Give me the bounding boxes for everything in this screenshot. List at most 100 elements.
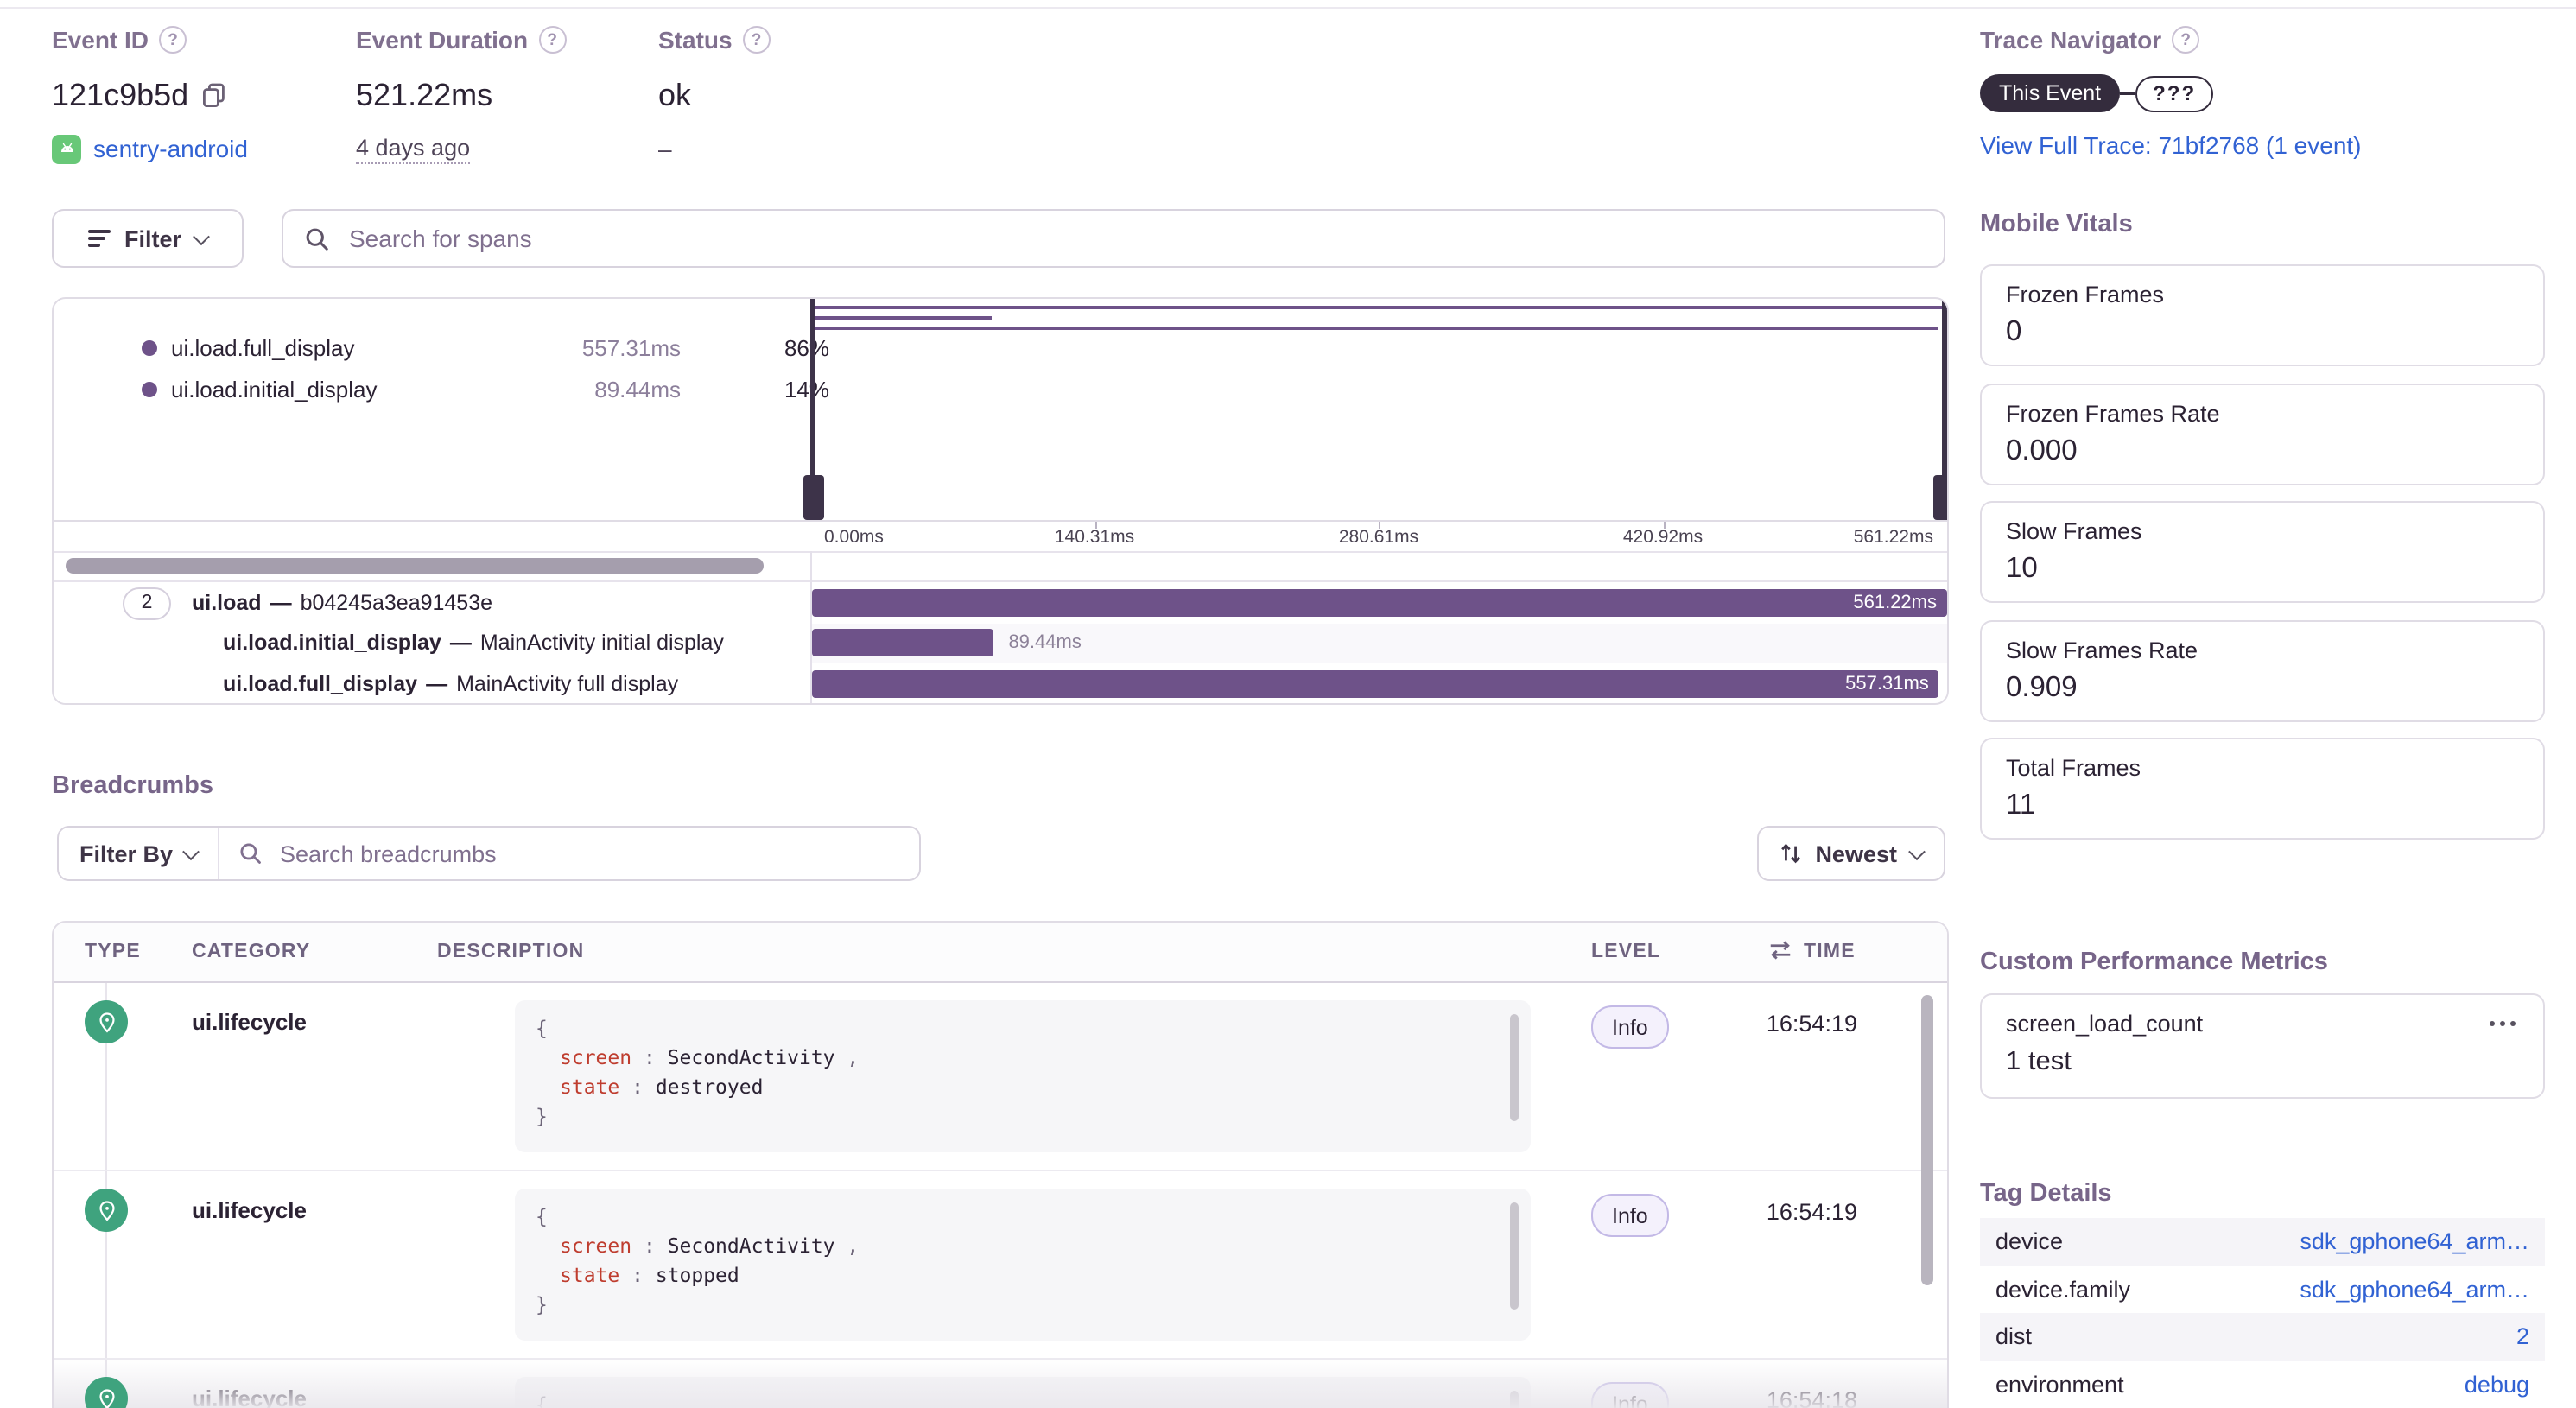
vital-value: 0.000 [2006,434,2519,467]
span-minimap[interactable] [810,299,1947,520]
axis-tick [1379,522,1380,529]
minimap-left-handle[interactable] [803,475,824,520]
span-chart: ui.load.full_display 557.31ms 86% ui.loa… [52,297,1949,705]
help-icon[interactable] [743,26,771,54]
breadcrumb-time: 16:54:18 [1767,1387,1857,1408]
tag-value-link[interactable]: 2 [2516,1324,2529,1350]
breadcrumbs-table-header: TYPE CATEGORY DESCRIPTION LEVEL TIME [54,923,1947,983]
metric-value: 1 test [2006,1047,2519,1078]
tag-details-title: Tag Details [1980,1180,2112,1208]
span-list-scrollbar-track [54,551,1947,582]
breadcrumbs-table: TYPE CATEGORY DESCRIPTION LEVEL TIME ui [52,921,1949,1408]
breadcrumb-category: ui.lifecycle [192,1386,307,1408]
status-sub: – [658,135,672,162]
axis-tick-label: 280.61ms [1339,527,1418,548]
spans-search[interactable] [282,209,1945,268]
span-list-scrollbar[interactable] [66,558,764,574]
breadcrumbs-search-input[interactable] [276,839,900,868]
help-icon[interactable] [159,26,187,54]
span-duration-label: 557.31ms [1845,673,1939,694]
breadcrumbs-search[interactable] [219,828,919,879]
span-bar[interactable]: 561.22ms [812,588,1947,616]
span-separator: — [450,631,472,656]
level-badge: Info [1591,1194,1669,1237]
breadcrumbs-sort-button[interactable]: Newest [1756,826,1945,881]
span-row[interactable]: ui.load.full_display — MainActivity full… [54,663,1947,704]
breadcrumb-description-code[interactable]: {screen : SecondActivity ,state : stoppe… [515,1189,1531,1341]
breadcrumb-description-code[interactable]: {screen : SecondActivity ,state : destro… [515,1000,1531,1152]
map-pin-icon [85,1000,128,1043]
code-scrollbar[interactable] [1510,1391,1519,1408]
help-icon[interactable] [538,26,566,54]
breadcrumb-time: 16:54:19 [1767,1199,1857,1225]
column-category: CATEGORY [192,942,310,962]
spans-filter-button[interactable]: Filter [52,209,244,268]
span-children-badge[interactable]: 2 [123,587,171,619]
breadcrumb-row[interactable]: ui.lifecycle {screen : SecondActivity ,s… [54,983,1947,1171]
breadcrumbs-controls: Filter By Newest [52,826,1945,881]
sentry-event-page: Event ID 121c9b5d sentry-android [0,0,2576,1406]
code-scrollbar[interactable] [1510,1202,1519,1310]
breadcrumb-row[interactable]: ui.lifecycle { Info 16:54:18 [54,1360,1947,1408]
tag-value-link[interactable]: debug [2465,1372,2529,1398]
span-bar[interactable] [812,629,993,656]
span-bar[interactable]: 557.31ms [812,669,1939,697]
breadcrumb-row[interactable]: ui.lifecycle {screen : SecondActivity ,s… [54,1171,1947,1360]
event-duration-label: Event Duration [356,26,528,54]
span-row[interactable]: ui.load.initial_display — MainActivity i… [54,623,1947,663]
vital-card: Total Frames 11 [1980,738,2545,840]
column-description: DESCRIPTION [437,942,584,962]
event-age: 4 days ago [356,134,470,163]
chevron-down-icon [1908,842,1926,859]
event-id-block: Event ID 121c9b5d sentry-android [52,24,248,164]
vital-card: Frozen Frames Rate 0.000 [1980,383,2545,485]
tag-details-list: device sdk_gphone64_arm… device.family s… [1980,1218,2545,1408]
span-row[interactable]: 2 ui.load — b04245a3ea91453e 561.22ms [54,582,1947,623]
vital-card: Slow Frames Rate 0.909 [1980,619,2545,721]
copy-icon[interactable] [202,83,226,107]
vital-label: Slow Frames [2006,518,2519,544]
view-full-trace-link[interactable]: View Full Trace: 71bf2768 (1 event) [1980,131,2362,159]
span-op: ui.load.full_display [223,672,417,696]
unknown-trace-pill[interactable]: ??? [2135,75,2213,111]
span-desc: MainActivity initial display [480,631,724,656]
this-event-pill[interactable]: This Event [1980,74,2120,112]
minimap-span-line [815,306,1947,310]
legend-row[interactable]: ui.load.full_display 557.31ms 86% [54,327,810,368]
minimap-right-handle[interactable] [1933,475,1949,520]
column-time[interactable]: TIME [1804,942,1856,962]
metric-name: screen_load_count [2006,1011,2519,1037]
tag-key: device.family [1995,1277,2130,1303]
filter-lines-icon [88,229,111,247]
tag-value-link[interactable]: sdk_gphone64_arm… [2300,1229,2529,1255]
breadcrumb-description-code[interactable]: { [515,1377,1531,1408]
breadcrumb-time: 16:54:19 [1767,1011,1857,1037]
span-duration-label: 89.44ms [1008,623,1081,663]
sort-label: Newest [1815,840,1897,866]
vital-card: Slow Frames 10 [1980,501,2545,603]
spans-search-input[interactable] [346,223,1923,254]
ellipsis-menu-icon[interactable] [2484,1016,2521,1031]
project-link[interactable]: sentry-android [93,135,248,162]
code-scrollbar[interactable] [1510,1014,1519,1121]
sort-arrows-icon [1779,841,1801,866]
map-pin-icon [85,1377,128,1408]
tag-value-link[interactable]: sdk_gphone64_arm… [2300,1277,2529,1303]
vital-value: 10 [2006,553,2519,586]
column-type: TYPE [85,942,141,962]
mobile-vitals-title: Mobile Vitals [1980,211,2133,238]
help-icon[interactable] [2172,26,2199,54]
legend-row[interactable]: ui.load.initial_display 89.44ms 14% [54,368,810,409]
breadcrumbs-scrollbar[interactable] [1921,995,1933,1285]
breadcrumb-category: ui.lifecycle [192,1009,307,1035]
vital-label: Slow Frames Rate [2006,637,2519,663]
axis-tick [1663,522,1665,529]
span-desc: b04245a3ea91453e [301,591,492,615]
axis-tick-label: 561.22ms [1854,527,1933,548]
breadcrumbs-filter-by-button[interactable]: Filter By [59,828,219,879]
status-value: ok [658,77,691,113]
vital-label: Total Frames [2006,755,2519,781]
search-icon [304,225,330,251]
android-project-icon [52,134,81,163]
time-sort-icon[interactable] [1767,938,1793,962]
